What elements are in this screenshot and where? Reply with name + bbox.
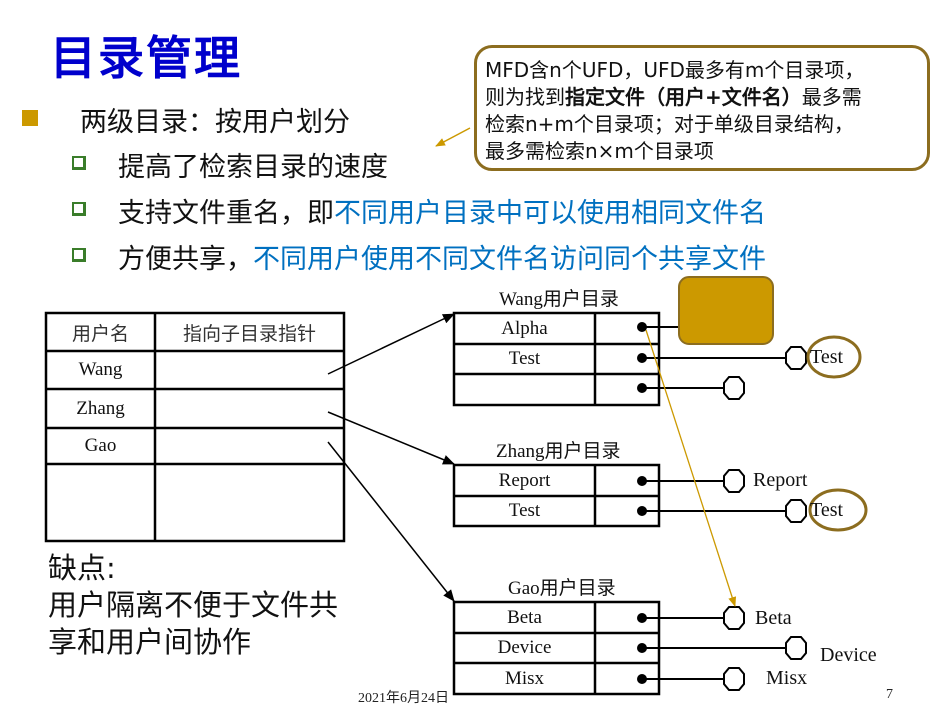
ufd-entry: Alpha xyxy=(501,317,548,339)
callout-line-2-pre: 则为找到 xyxy=(485,85,565,109)
mfd-header-pointer: 指向子目录指针 xyxy=(182,323,316,345)
ufd-entry: Beta xyxy=(507,606,542,628)
mfd-header-username: 用户名 xyxy=(71,323,129,345)
file-label: Device xyxy=(820,644,877,666)
shared-file-block xyxy=(678,276,774,345)
pointer-arrow-zhang xyxy=(327,411,455,465)
file-label: Report xyxy=(753,469,808,491)
pointer-arrow-gao xyxy=(327,441,455,602)
file-node-icon xyxy=(785,636,807,660)
ufd-entry: Device xyxy=(497,637,552,658)
callout-line-1: MFD含n个UFD，UFD最多有m个目录项， xyxy=(485,58,865,82)
file-node-icon xyxy=(723,667,745,691)
callout-line-3: 检索n+m个目录项；对于单级目录结构， xyxy=(485,112,854,136)
file-label: Misx xyxy=(766,667,808,689)
file-node-icon xyxy=(785,499,807,523)
file-label: Test xyxy=(810,499,844,521)
ufd-entry: Test xyxy=(508,348,541,369)
ufd-title-zhang: Zhang用户目录 xyxy=(496,441,621,462)
ufd-title-gao: Gao用户目录 xyxy=(508,578,616,599)
footer-date: 2021年6月24日 xyxy=(358,691,449,706)
file-node-icon xyxy=(723,469,745,493)
drawback-line-2: 享和用户间协作 xyxy=(48,625,252,659)
callout-line-2-bold: 指定文件（用户+文件名） xyxy=(565,85,802,109)
callout-line-2-post: 最多需 xyxy=(801,85,862,109)
ufd-entry: Test xyxy=(508,500,541,521)
ufd-entry: Misx xyxy=(504,667,545,689)
file-node-icon xyxy=(723,376,745,400)
callout-pointer-arrow xyxy=(435,127,471,147)
callout-box: MFD含n个UFD，UFD最多有m个目录项， 则为找到指定文件（用户+文件名）最… xyxy=(474,45,930,171)
drawback-note: 缺点: 用户隔离不便于文件共 享和用户间协作 xyxy=(48,550,338,661)
ufd-title-wang: Wang用户目录 xyxy=(499,289,619,310)
mfd-row-user: Gao xyxy=(84,435,117,456)
mfd-row-user: Zhang xyxy=(76,397,125,419)
drawback-line-1: 用户隔离不便于文件共 xyxy=(48,588,339,622)
page-number: 7 xyxy=(886,687,893,702)
file-label: Test xyxy=(810,346,844,368)
file-label: Beta xyxy=(755,607,792,629)
file-node-icon xyxy=(785,346,807,370)
mfd-row-user: Wang xyxy=(78,359,123,380)
ufd-entry: Report xyxy=(498,469,551,491)
callout-line-4: 最多需检索n×m个目录项 xyxy=(485,139,714,163)
file-node-icon xyxy=(723,606,745,630)
drawback-label: 缺点: xyxy=(48,551,116,585)
pointer-arrow-wang xyxy=(327,313,455,375)
callout-line-2: 则为找到指定文件（用户+文件名）最多需 xyxy=(485,84,927,111)
